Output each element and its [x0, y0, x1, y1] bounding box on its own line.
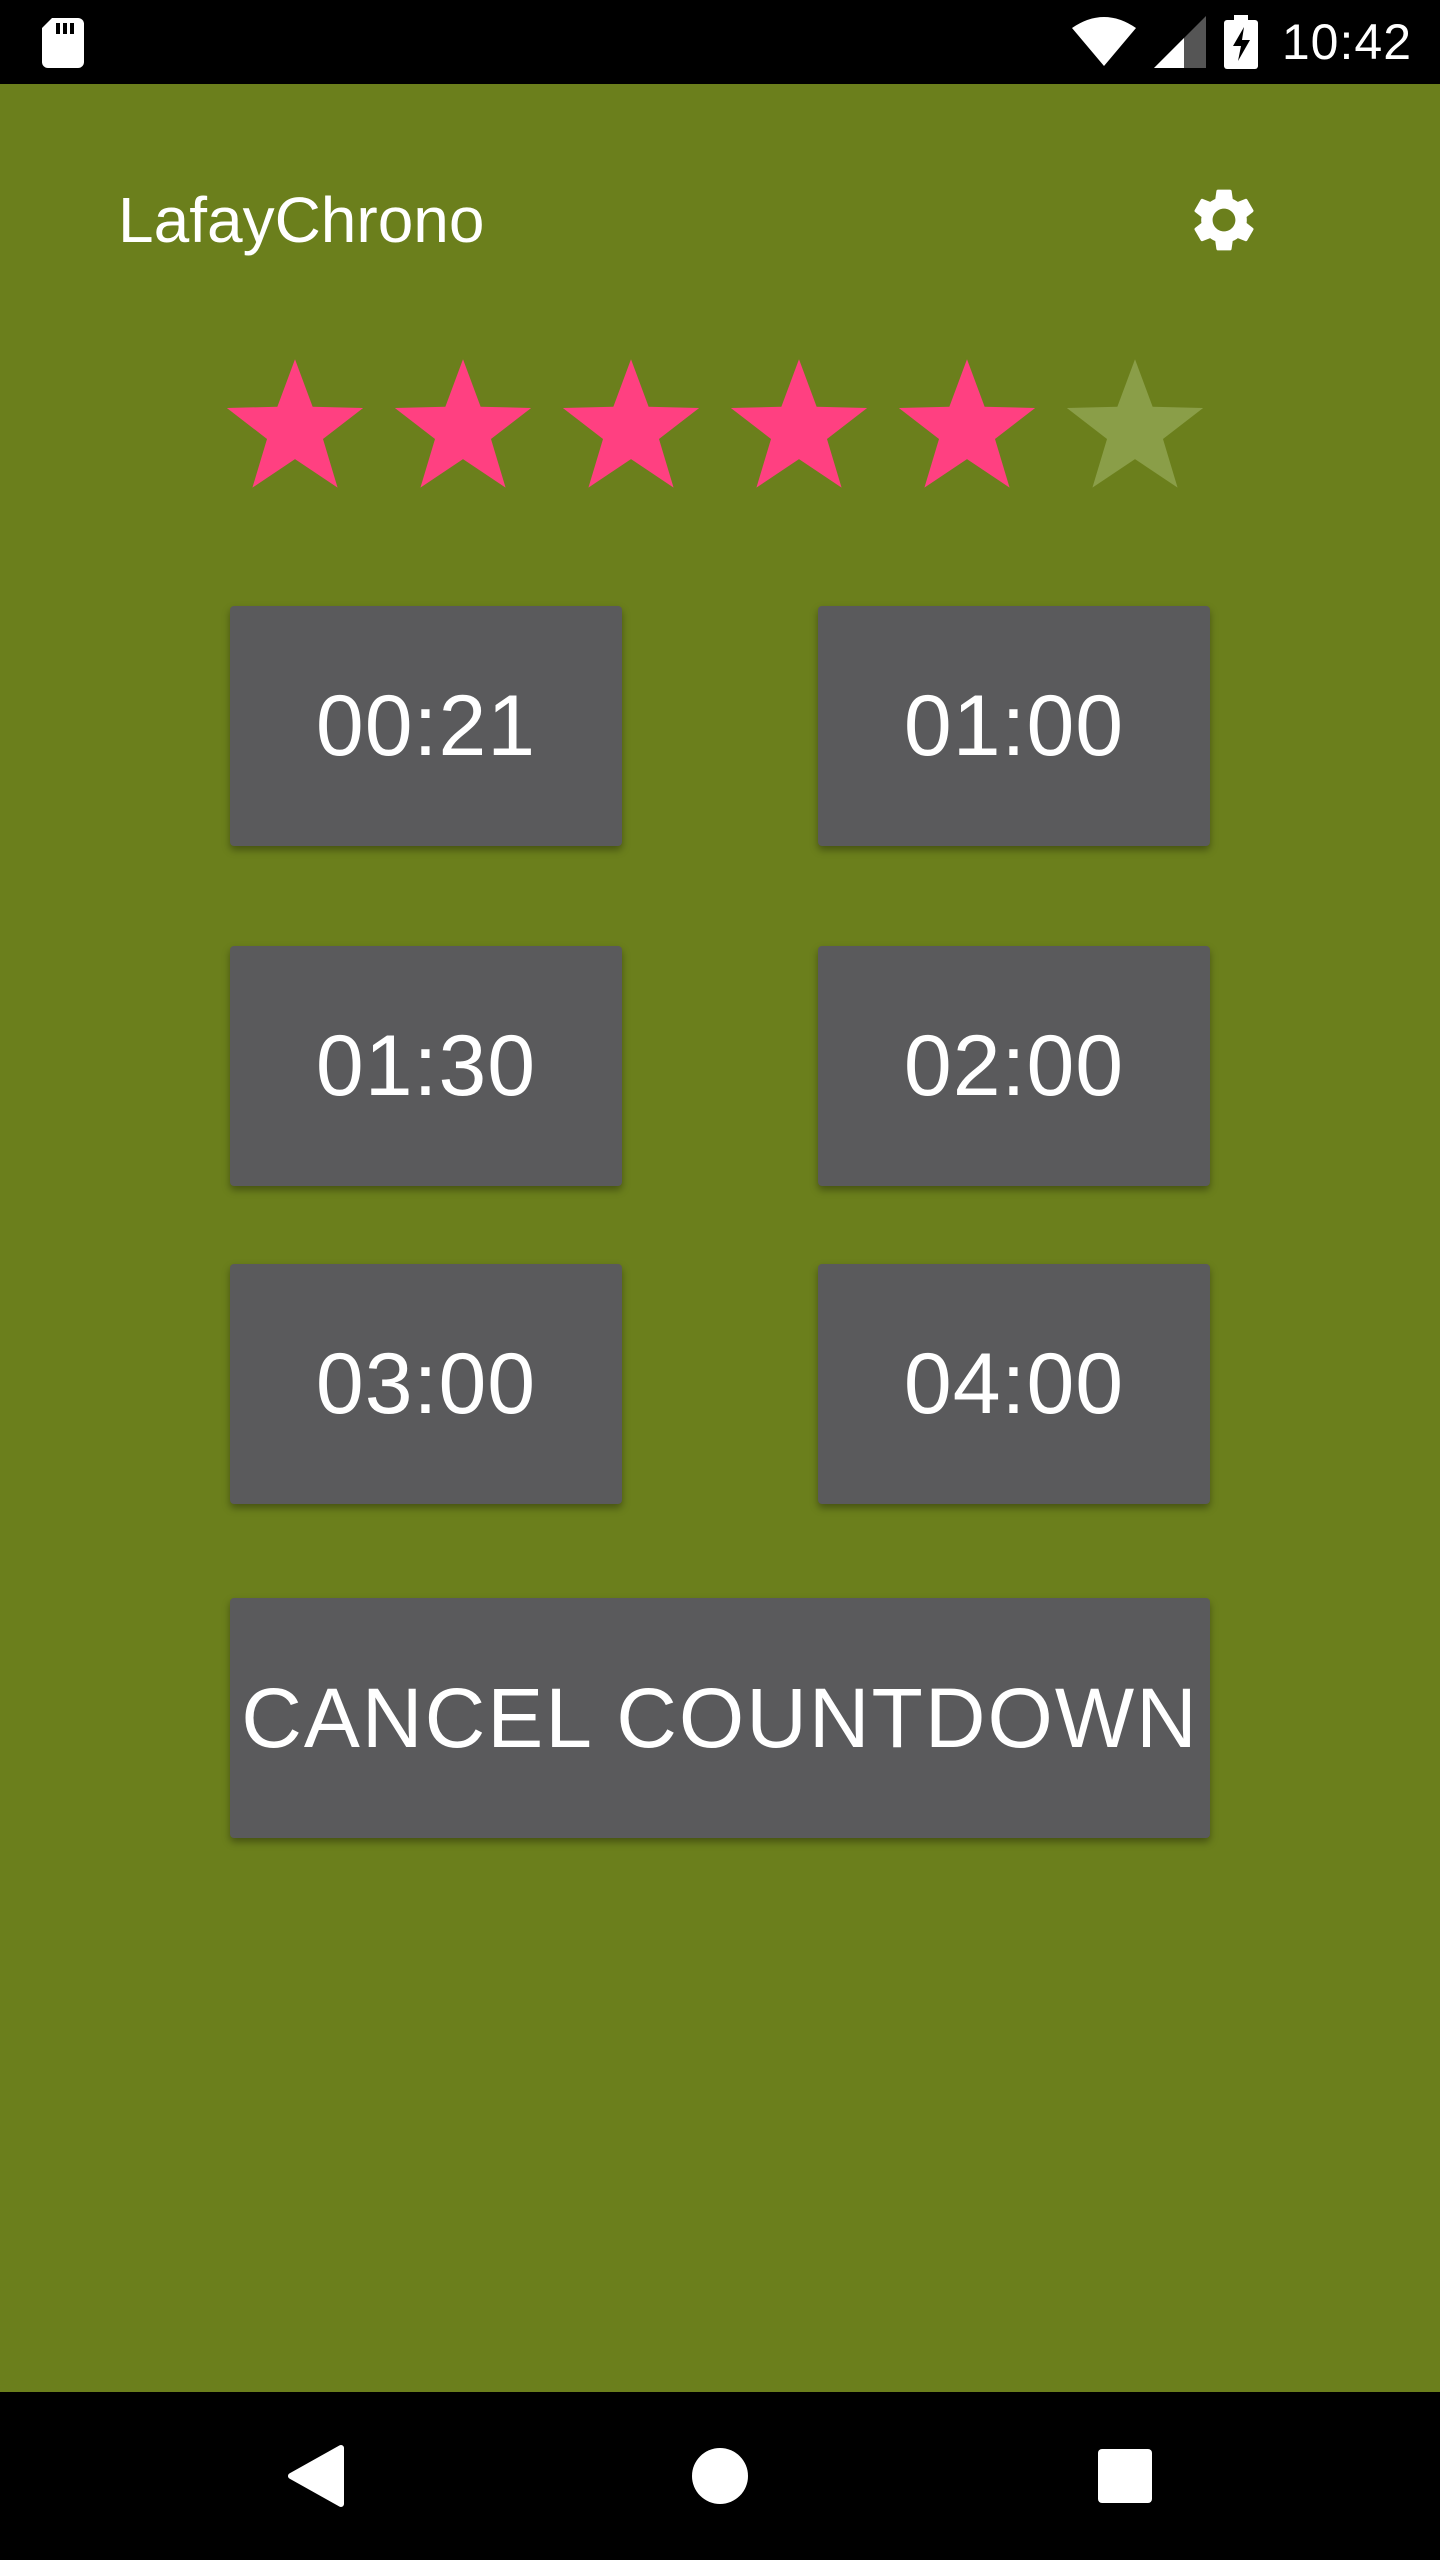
wifi-icon [1071, 17, 1136, 66]
settings-button[interactable] [1180, 176, 1268, 264]
timer-button-5[interactable]: 03:00 [230, 1264, 622, 1504]
star-filled-icon[interactable] [390, 352, 536, 498]
recents-button[interactable] [1075, 2426, 1175, 2526]
sd-card-icon [42, 18, 84, 68]
star-filled-icon[interactable] [726, 352, 872, 498]
timer-button-4[interactable]: 02:00 [818, 946, 1210, 1186]
back-button[interactable] [265, 2426, 365, 2526]
status-time: 10:42 [1281, 14, 1412, 70]
cancel-countdown-button[interactable]: CANCEL COUNTDOWN [230, 1598, 1210, 1838]
timer-button-6[interactable]: 04:00 [818, 1264, 1210, 1504]
home-button[interactable] [670, 2426, 770, 2526]
navigation-bar [0, 2392, 1440, 2560]
rating-bar[interactable] [222, 352, 1218, 498]
back-icon [288, 2445, 344, 2507]
app-screen: 10:42 LafayChrono 00:21 01:00 01:30 02:0… [0, 0, 1440, 2560]
battery-charging-icon [1223, 15, 1258, 69]
recents-icon [1098, 2449, 1152, 2503]
home-icon [692, 2448, 748, 2504]
timer-button-1[interactable]: 00:21 [230, 606, 622, 846]
status-bar: 10:42 [0, 0, 1440, 84]
star-filled-icon[interactable] [558, 352, 704, 498]
status-icons: 10:42 [1071, 0, 1412, 84]
star-filled-icon[interactable] [222, 352, 368, 498]
app-title: LafayChrono [118, 184, 485, 256]
star-empty-icon[interactable] [1062, 352, 1208, 498]
timer-button-3[interactable]: 01:30 [230, 946, 622, 1186]
signal-icon [1153, 16, 1206, 68]
timer-button-2[interactable]: 01:00 [818, 606, 1210, 846]
star-filled-icon[interactable] [894, 352, 1040, 498]
gear-icon [1194, 189, 1254, 251]
